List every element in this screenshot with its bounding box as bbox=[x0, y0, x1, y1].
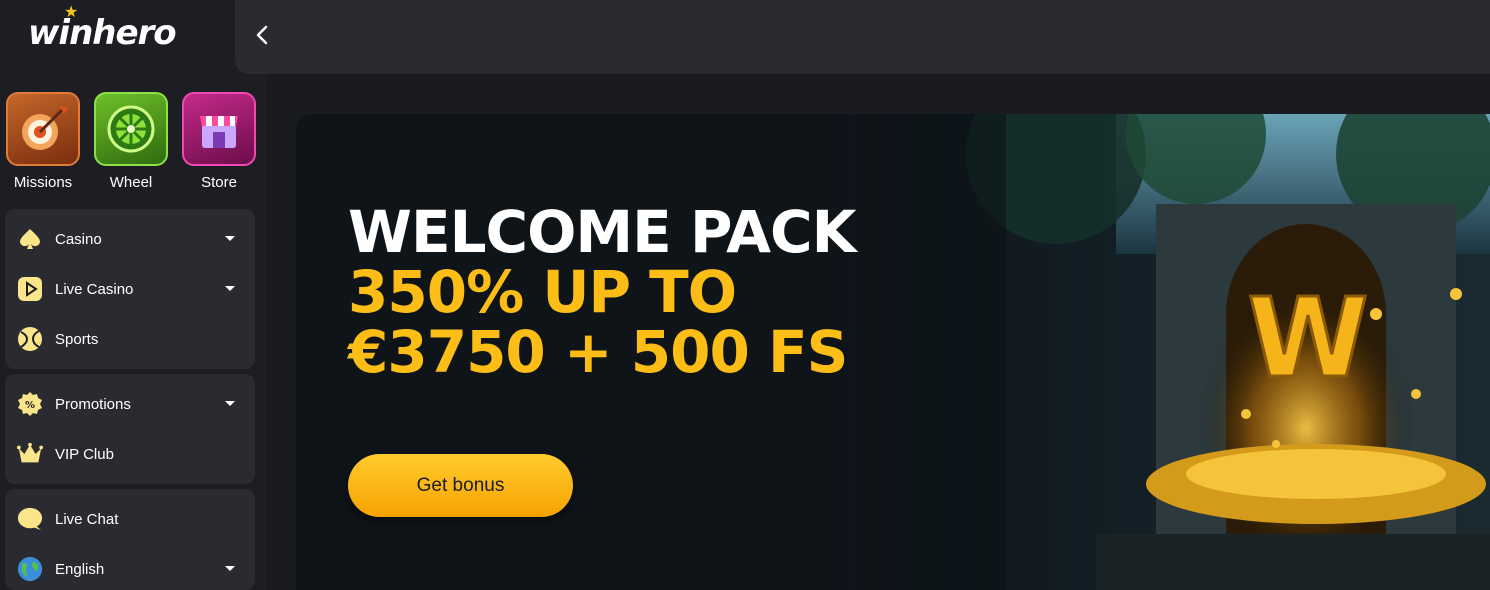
nav-group-rewards: % Promotions VIP Club bbox=[5, 374, 255, 484]
sidebar-item-label: VIP Club bbox=[55, 445, 114, 463]
app-root: winhero ★ Missions Wheel Store Casino Li… bbox=[0, 0, 1490, 590]
sidebar-item-live-chat[interactable]: Live Chat bbox=[5, 494, 255, 544]
top-bar bbox=[235, 0, 1490, 74]
w-emblem-icon: W bbox=[1247, 274, 1368, 402]
sidebar-item-sports[interactable]: Sports bbox=[5, 314, 255, 364]
svg-text:%: % bbox=[25, 400, 35, 411]
sidebar-item-live-casino[interactable]: Live Casino bbox=[5, 264, 255, 314]
quick-link-store[interactable]: Store bbox=[181, 92, 257, 191]
sidebar-item-label: Sports bbox=[55, 330, 99, 348]
sidebar-item-promotions[interactable]: % Promotions bbox=[5, 379, 255, 429]
dart-target-icon bbox=[6, 92, 80, 166]
caret-down-icon[interactable] bbox=[225, 566, 235, 571]
caret-down-icon[interactable] bbox=[225, 401, 235, 406]
sidebar-item-label: English bbox=[55, 560, 105, 578]
sidebar-item-label: Live Chat bbox=[55, 510, 119, 528]
ball-icon bbox=[17, 326, 43, 352]
quick-link-label: Missions bbox=[13, 174, 73, 191]
wheel-icon bbox=[94, 92, 168, 166]
store-icon bbox=[182, 92, 256, 166]
brand-logo[interactable]: winhero ★ bbox=[28, 4, 177, 56]
sidebar-item-label: Live Casino bbox=[55, 280, 134, 298]
quick-link-wheel[interactable]: Wheel bbox=[93, 92, 169, 191]
nav-group-games: Casino Live Casino Sports bbox=[5, 209, 255, 369]
chat-bubble-icon bbox=[17, 506, 43, 532]
caret-down-icon[interactable] bbox=[225, 236, 235, 241]
crown-icon bbox=[17, 441, 43, 467]
welcome-banner[interactable]: W WELCOME PACK 350% UP TO €3750 + 500 FS… bbox=[296, 114, 1490, 590]
quick-links: Missions Wheel Store bbox=[5, 92, 257, 191]
globe-icon bbox=[17, 556, 43, 582]
sidebar-item-casino[interactable]: Casino bbox=[5, 214, 255, 264]
hero-offer-line-1: 350% UP TO bbox=[348, 258, 737, 326]
sidebar-item-vip-club[interactable]: VIP Club bbox=[5, 429, 255, 479]
brand-logo-text: winhero bbox=[28, 13, 177, 53]
sidebar: winhero ★ Missions Wheel Store Casino Li… bbox=[0, 0, 266, 590]
nav-group-support: Live Chat English bbox=[5, 489, 255, 590]
hero-copy: WELCOME PACK 350% UP TO €3750 + 500 FS bbox=[348, 198, 857, 386]
caret-down-icon[interactable] bbox=[225, 286, 235, 291]
quick-link-label: Wheel bbox=[109, 174, 153, 191]
get-bonus-button[interactable]: Get bonus bbox=[348, 454, 573, 517]
hero-offer-line-2: €3750 + 500 FS bbox=[348, 318, 848, 386]
percent-badge-icon: % bbox=[17, 391, 43, 417]
play-icon bbox=[17, 276, 43, 302]
chevron-left-icon bbox=[256, 25, 268, 45]
quick-link-label: Store bbox=[201, 174, 237, 191]
star-icon: ★ bbox=[64, 4, 79, 21]
sidebar-item-language[interactable]: English bbox=[5, 544, 255, 590]
quick-link-missions[interactable]: Missions bbox=[5, 92, 81, 191]
hero-title: WELCOME PACK bbox=[348, 198, 857, 266]
spade-icon bbox=[17, 226, 43, 252]
sidebar-item-label: Promotions bbox=[55, 395, 131, 413]
collapse-sidebar-button[interactable] bbox=[247, 20, 277, 50]
sidebar-item-label: Casino bbox=[55, 230, 102, 248]
